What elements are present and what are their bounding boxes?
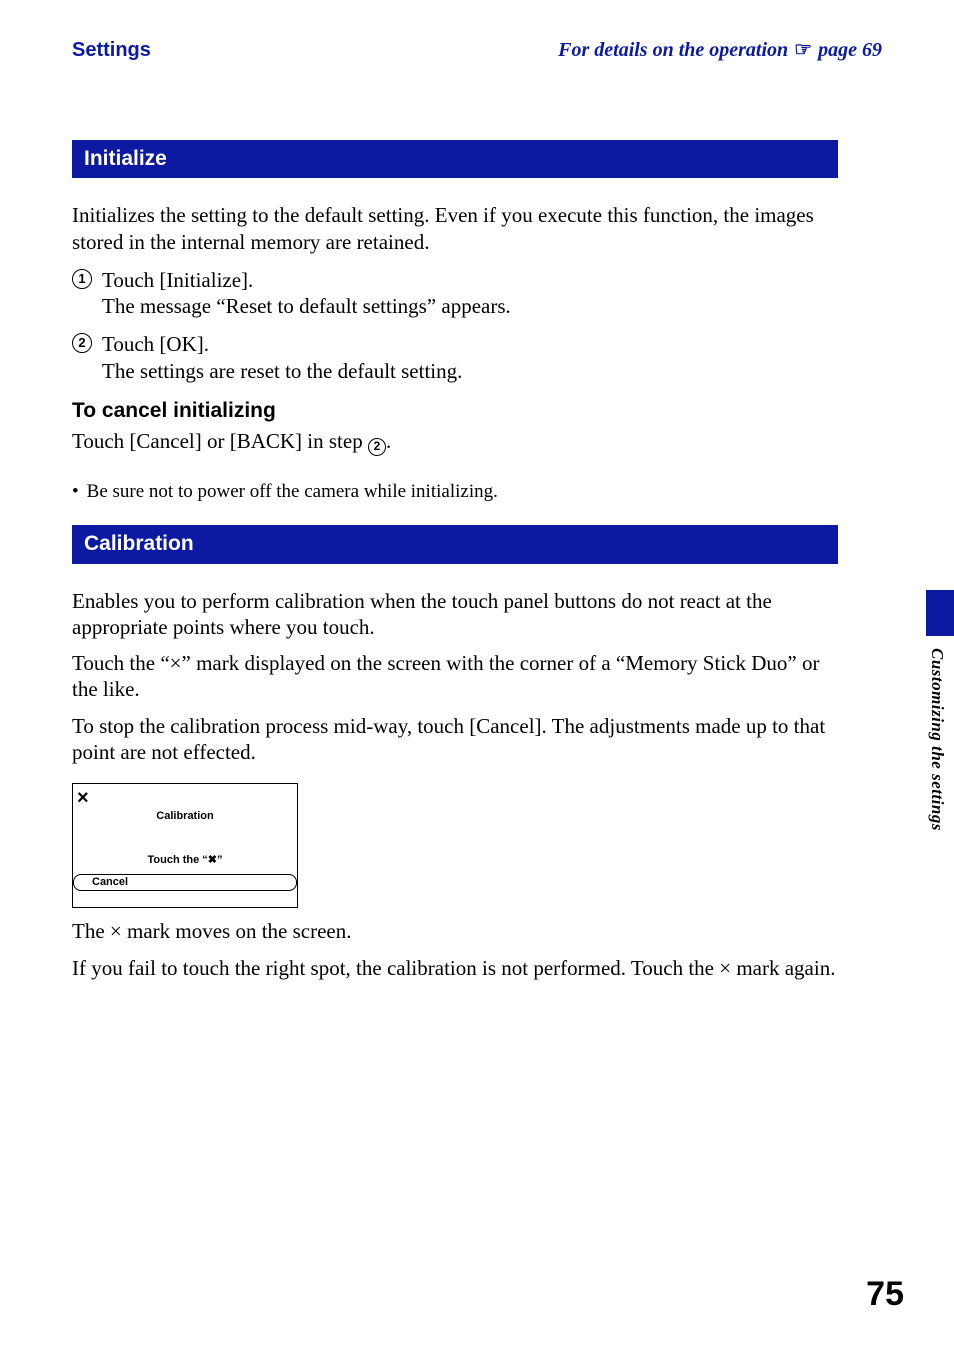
side-tab-marker bbox=[926, 590, 954, 636]
initialize-intro: Initializes the setting to the default s… bbox=[72, 202, 838, 255]
step-number-icon: 1 bbox=[72, 269, 92, 289]
calibration-after1: The × mark moves on the screen. bbox=[72, 918, 838, 944]
page-header: Settings For details on the operation ☞ … bbox=[72, 38, 882, 63]
header-ref-suffix: page 69 bbox=[818, 38, 882, 63]
calibration-x-mark: × bbox=[77, 786, 89, 811]
calibration-cancel-button: Cancel bbox=[73, 874, 297, 892]
note-text: Be sure not to power off the camera whil… bbox=[87, 480, 498, 504]
pointing-hand-icon: ☞ bbox=[794, 38, 812, 63]
header-cross-ref: For details on the operation ☞ page 69 bbox=[558, 38, 882, 63]
step-number-icon: 2 bbox=[72, 333, 92, 353]
cancel-text-a: Touch [Cancel] or [BACK] in step bbox=[72, 429, 368, 453]
calibration-p2: Touch the “×” mark displayed on the scre… bbox=[72, 650, 838, 703]
calibration-after2: If you fail to touch the right spot, the… bbox=[72, 955, 838, 981]
side-section-label: Customizing the settings bbox=[927, 648, 948, 831]
step-text: Touch [Initialize]. The message “Reset t… bbox=[102, 267, 511, 320]
header-section-title: Settings bbox=[72, 38, 151, 63]
list-item: 2 Touch [OK]. The settings are reset to … bbox=[72, 331, 838, 384]
section-bar-initialize: Initialize bbox=[72, 140, 838, 178]
list-item: 1 Touch [Initialize]. The message “Reset… bbox=[72, 267, 838, 320]
step-line: Touch [OK]. bbox=[102, 331, 462, 357]
section-bar-calibration: Calibration bbox=[72, 525, 838, 563]
page-content: Initialize Initializes the setting to th… bbox=[72, 140, 838, 991]
step-line: The settings are reset to the default se… bbox=[102, 358, 462, 384]
cancel-body: Touch [Cancel] or [BACK] in step 2. bbox=[72, 428, 838, 456]
cancel-text-b: . bbox=[386, 429, 391, 453]
initialize-steps: 1 Touch [Initialize]. The message “Reset… bbox=[72, 267, 838, 384]
bullet-icon: • bbox=[72, 480, 79, 504]
step-line: Touch [Initialize]. bbox=[102, 267, 511, 293]
header-ref-prefix: For details on the operation bbox=[558, 38, 788, 63]
calibration-screen-title: Calibration bbox=[73, 810, 297, 824]
calibration-screen-msg: Touch the “✖” bbox=[73, 854, 297, 868]
note-bullet: • Be sure not to power off the camera wh… bbox=[72, 480, 838, 504]
step-ref-icon: 2 bbox=[368, 438, 386, 456]
calibration-p3: To stop the calibration process mid-way,… bbox=[72, 713, 838, 766]
step-text: Touch [OK]. The settings are reset to th… bbox=[102, 331, 462, 384]
step-line: The message “Reset to default settings” … bbox=[102, 293, 511, 319]
calibration-p1: Enables you to perform calibration when … bbox=[72, 588, 838, 641]
cancel-subhead: To cancel initializing bbox=[72, 398, 838, 424]
calibration-screen-illustration: × Calibration Touch the “✖” Cancel bbox=[72, 783, 298, 908]
page-number: 75 bbox=[866, 1273, 904, 1316]
